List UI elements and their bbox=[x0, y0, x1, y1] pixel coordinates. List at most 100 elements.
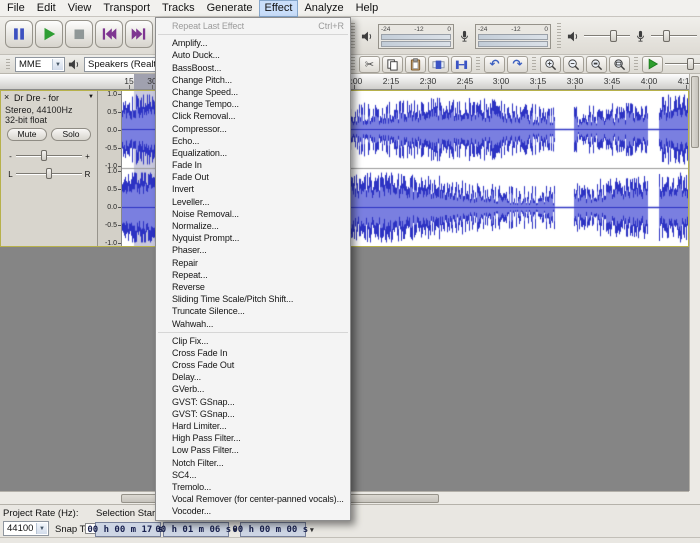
effect-menu-item[interactable]: Wahwah... bbox=[156, 318, 350, 330]
ruler-tick bbox=[465, 85, 466, 89]
effect-menu-item[interactable]: Notch Filter... bbox=[156, 457, 350, 469]
input-volume-slider[interactable] bbox=[651, 28, 697, 44]
menu-generate[interactable]: Generate bbox=[201, 0, 259, 17]
track-close-button[interactable]: × bbox=[4, 93, 9, 102]
effect-menu-item[interactable]: Reverse bbox=[156, 281, 350, 293]
mute-button[interactable]: Mute bbox=[7, 128, 47, 141]
vertical-scrollbar[interactable] bbox=[689, 74, 700, 491]
stop-button[interactable] bbox=[65, 20, 93, 48]
track-title[interactable]: Dr Dre - for bbox=[14, 93, 59, 103]
undo-button[interactable]: ↶ bbox=[484, 56, 505, 73]
menu-file[interactable]: File bbox=[1, 0, 31, 17]
effect-menu-item[interactable]: Nyquist Prompt... bbox=[156, 232, 350, 244]
trim-button[interactable] bbox=[428, 56, 449, 73]
effect-menu-item[interactable]: Truncate Silence... bbox=[156, 305, 350, 317]
effect-menu-item[interactable]: Repeat Last EffectCtrl+R bbox=[156, 20, 350, 32]
audio-host-select[interactable]: MME ▼ bbox=[15, 57, 65, 72]
pause-button[interactable] bbox=[5, 20, 33, 48]
effect-menu-item[interactable]: Vocal Remover (for center-panned vocals)… bbox=[156, 493, 350, 505]
status-bar bbox=[0, 537, 700, 543]
slider-thumb[interactable] bbox=[41, 150, 47, 161]
effect-menu-item[interactable]: Hard Limiter... bbox=[156, 420, 350, 432]
play-at-speed-button[interactable] bbox=[642, 56, 663, 73]
selection-end-field[interactable]: 00 h 01 m 06 s▾ bbox=[163, 522, 229, 537]
fit-selection-button[interactable] bbox=[586, 56, 607, 73]
effect-menu-item[interactable]: Compressor... bbox=[156, 123, 350, 135]
selection-start-field[interactable]: 00 h 00 m 17 s▾ bbox=[95, 522, 161, 537]
fit-project-button[interactable] bbox=[609, 56, 630, 73]
zoom-out-button[interactable] bbox=[563, 56, 584, 73]
slider-thumb[interactable] bbox=[46, 168, 52, 179]
effect-menu-item[interactable]: Echo... bbox=[156, 135, 350, 147]
effect-menu-item[interactable]: Auto Duck... bbox=[156, 49, 350, 61]
redo-button[interactable]: ↷ bbox=[507, 56, 528, 73]
gain-slider[interactable]: - + bbox=[7, 149, 91, 163]
project-rate-value: 44100 bbox=[7, 523, 33, 534]
pan-slider[interactable]: L R bbox=[7, 167, 91, 181]
zoom-in-button[interactable] bbox=[540, 56, 561, 73]
effect-menu-item[interactable]: High Pass Filter... bbox=[156, 432, 350, 444]
effect-menu-item[interactable]: BassBoost... bbox=[156, 62, 350, 74]
slider-thumb[interactable] bbox=[610, 30, 617, 42]
menu-edit[interactable]: Edit bbox=[31, 0, 62, 17]
effect-menu-item[interactable]: Amplify... bbox=[156, 37, 350, 49]
track-menu-arrow-icon[interactable]: ▼ bbox=[88, 94, 94, 100]
solo-button[interactable]: Solo bbox=[51, 128, 91, 141]
recording-meter[interactable]: -24-120 bbox=[475, 24, 551, 49]
effect-menu-item[interactable]: Sliding Time Scale/Pitch Shift... bbox=[156, 293, 350, 305]
play-button[interactable] bbox=[35, 20, 63, 48]
effect-menu-item[interactable]: Clip Fix... bbox=[156, 335, 350, 347]
menu-analyze[interactable]: Analyze bbox=[298, 0, 349, 17]
effect-menu-item[interactable]: Equalization... bbox=[156, 147, 350, 159]
menu-effect[interactable]: Effect bbox=[259, 0, 299, 17]
effect-menu-item[interactable]: GVST: GSnap... bbox=[156, 408, 350, 420]
cut-button[interactable]: ✂ bbox=[359, 56, 380, 73]
effect-menu-item[interactable]: Phaser... bbox=[156, 244, 350, 256]
skip-end-button[interactable] bbox=[125, 20, 153, 48]
effect-menu-item[interactable]: Invert bbox=[156, 183, 350, 195]
effect-menu-item[interactable]: SC4... bbox=[156, 469, 350, 481]
effect-menu-item[interactable]: Low Pass Filter... bbox=[156, 444, 350, 456]
effect-menu-item[interactable]: Leveller... bbox=[156, 196, 350, 208]
meter-scale-label: -24 bbox=[381, 26, 390, 33]
effect-menu-item[interactable]: Tremolo... bbox=[156, 481, 350, 493]
effect-menu-item[interactable]: Vocoder... bbox=[156, 505, 350, 517]
audio-position-field[interactable]: 00 h 00 m 00 s▾ bbox=[240, 522, 306, 537]
slider-thumb[interactable] bbox=[663, 30, 670, 42]
menu-help[interactable]: Help bbox=[350, 0, 385, 17]
effect-menu-item[interactable]: Change Speed... bbox=[156, 86, 350, 98]
menu-view[interactable]: View bbox=[62, 0, 98, 17]
effect-menu-item[interactable]: Delay... bbox=[156, 371, 350, 383]
menu-tracks[interactable]: Tracks bbox=[156, 0, 201, 17]
effect-menu-item[interactable]: Fade Out bbox=[156, 171, 350, 183]
playback-meter-icon bbox=[361, 30, 374, 43]
ruler-tick bbox=[538, 85, 539, 89]
effect-menu-item[interactable]: Repeat... bbox=[156, 269, 350, 281]
effect-menu-item[interactable]: Click Removal... bbox=[156, 110, 350, 122]
effect-menu-item[interactable]: Change Tempo... bbox=[156, 98, 350, 110]
menu-transport[interactable]: Transport bbox=[97, 0, 156, 17]
playback-meter[interactable]: -24-120 bbox=[378, 24, 454, 49]
playback-speed-slider[interactable] bbox=[665, 56, 700, 72]
effect-menu-item[interactable]: GVerb... bbox=[156, 383, 350, 395]
vertical-scrollbar-thumb[interactable] bbox=[691, 76, 699, 148]
slider-thumb[interactable] bbox=[687, 58, 694, 70]
output-volume-slider[interactable] bbox=[584, 28, 630, 44]
skip-start-button[interactable] bbox=[95, 20, 123, 48]
project-rate-label: Project Rate (Hz): bbox=[3, 508, 79, 519]
effect-menu-item[interactable]: Cross Fade In bbox=[156, 347, 350, 359]
effect-menu-item[interactable]: GVST: GSnap... bbox=[156, 396, 350, 408]
effect-menu-item[interactable]: Repair bbox=[156, 257, 350, 269]
project-rate-select[interactable]: 44100 ▼ bbox=[3, 521, 49, 536]
effect-menu-item[interactable]: Noise Removal... bbox=[156, 208, 350, 220]
effect-menu-item[interactable]: Cross Fade Out bbox=[156, 359, 350, 371]
meter-scale: -24-120 bbox=[381, 26, 451, 33]
vertical-ruler[interactable]: 1.00.50.0-0.5-1.01.00.50.0-0.5-1.0 bbox=[98, 91, 122, 246]
effect-menu-item[interactable]: Fade In bbox=[156, 159, 350, 171]
paste-button[interactable] bbox=[405, 56, 426, 73]
copy-button[interactable] bbox=[382, 56, 403, 73]
effect-menu-item[interactable]: Normalize... bbox=[156, 220, 350, 232]
silence-button[interactable] bbox=[451, 56, 472, 73]
effect-menu-item[interactable]: Change Pitch... bbox=[156, 74, 350, 86]
shortcut-label: Ctrl+R bbox=[310, 20, 344, 32]
